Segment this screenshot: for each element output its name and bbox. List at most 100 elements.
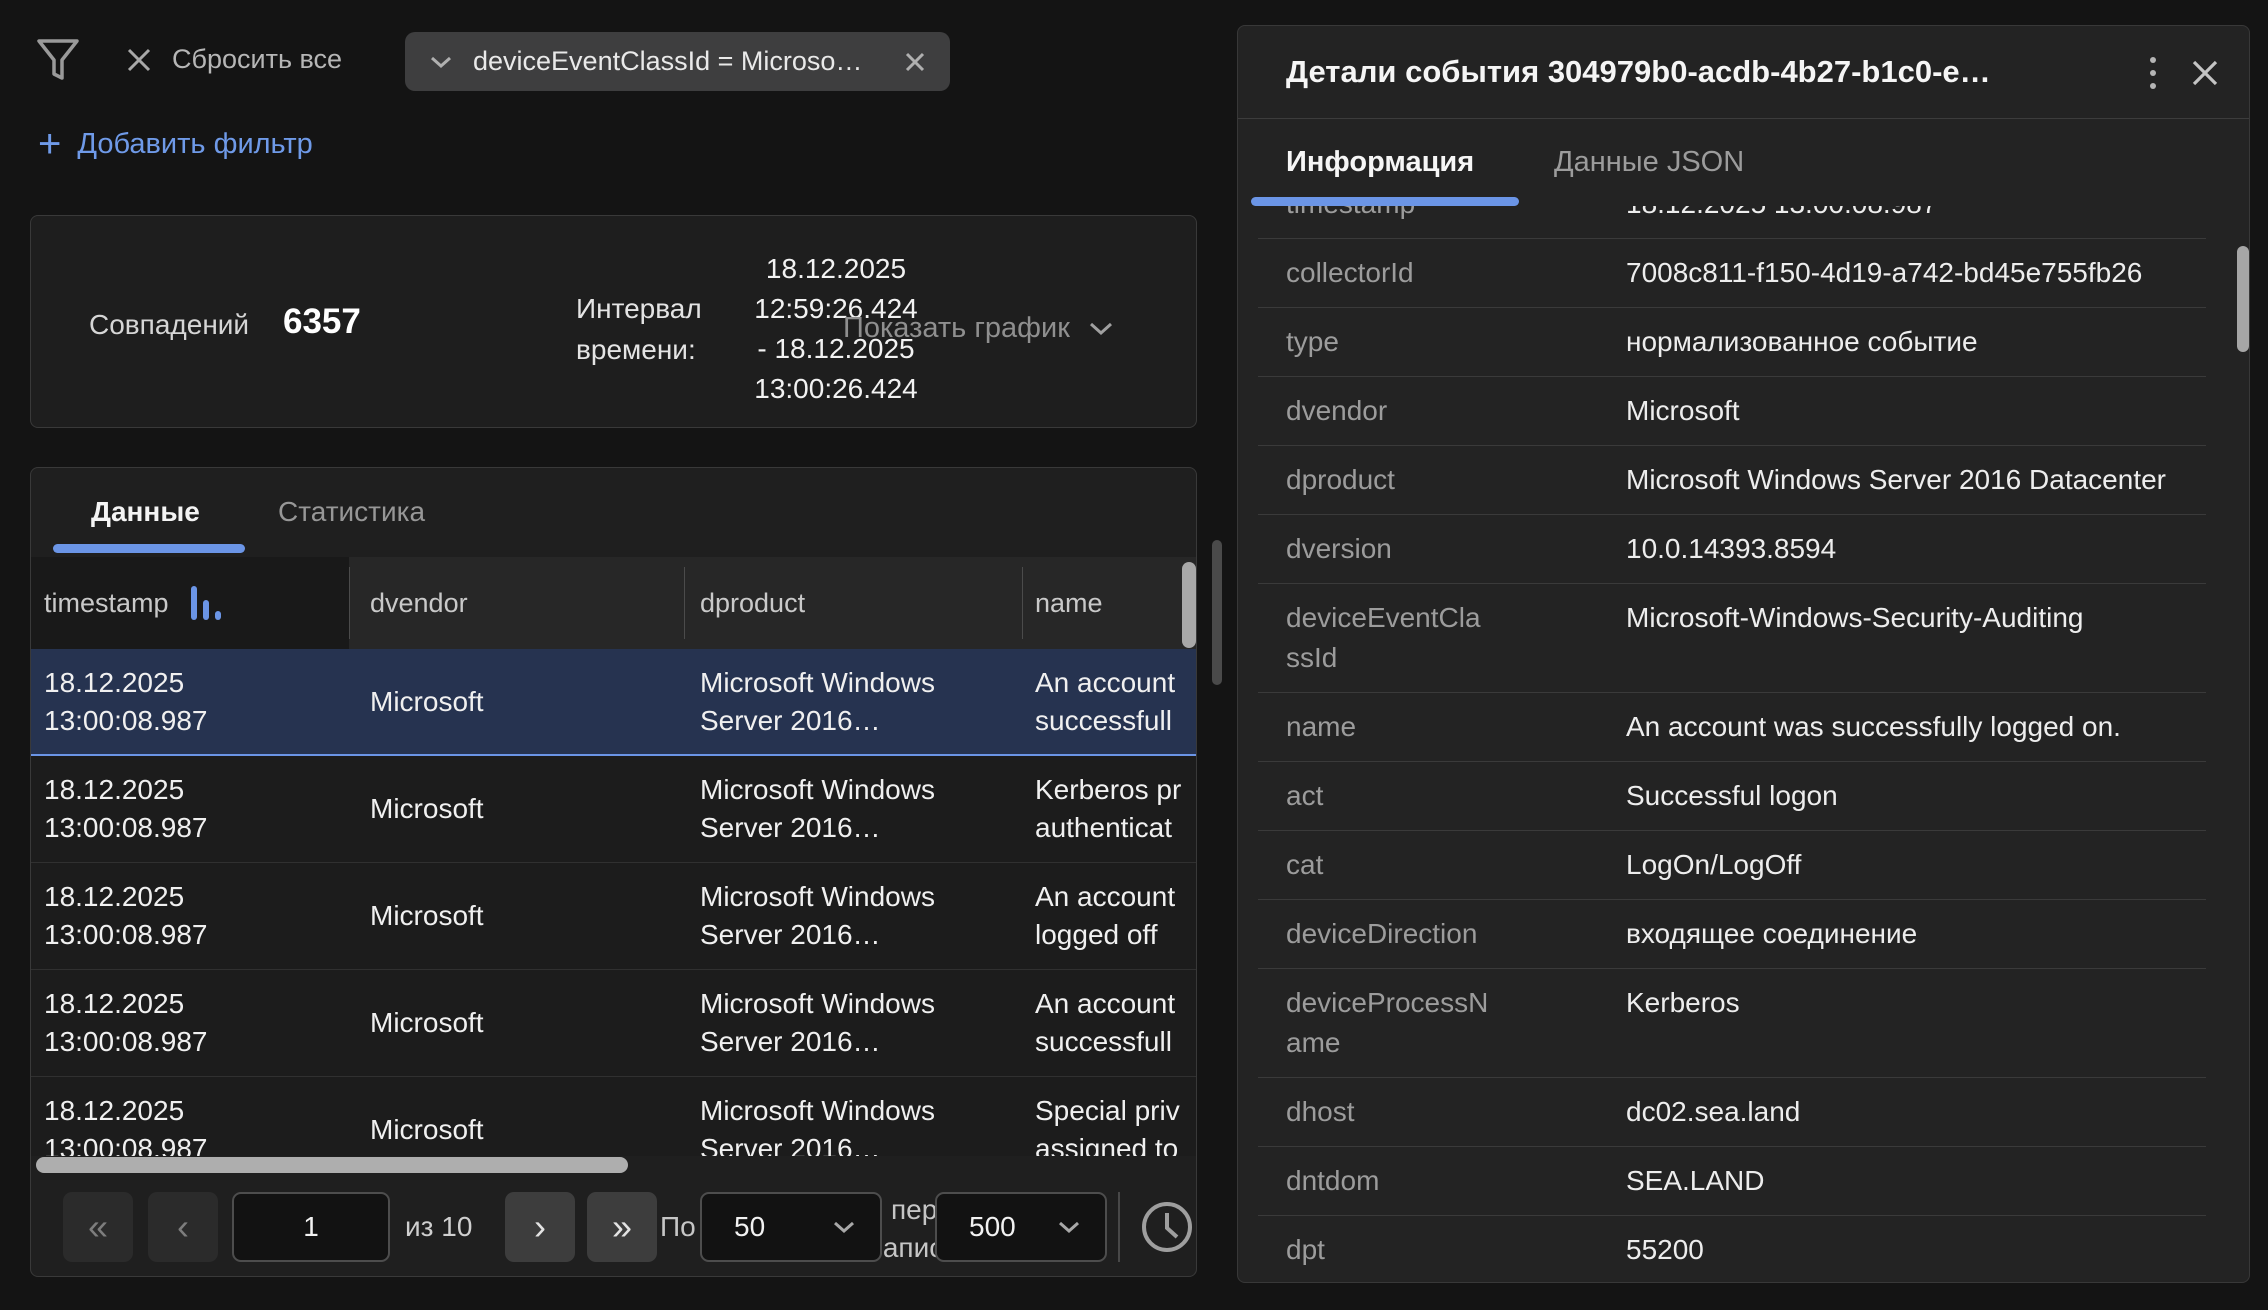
column-header-dvendor[interactable]: dvendor — [370, 557, 468, 649]
column-header-name[interactable]: name — [1035, 557, 1103, 649]
details-row: nameAn account was successfully logged o… — [1258, 693, 2206, 762]
results-panel: Данные Статистика timestamp dvendor dpro… — [30, 467, 1197, 1277]
previous-page-button[interactable]: ‹ — [148, 1192, 218, 1262]
next-page-button[interactable]: › — [505, 1192, 575, 1262]
chevron-down-icon — [832, 1220, 856, 1234]
details-key: deviceProcessName — [1286, 983, 1491, 1063]
records-limit-select[interactable]: 500 — [935, 1192, 1107, 1262]
details-value: 55200 — [1626, 1230, 2206, 1270]
details-close-icon[interactable] — [2186, 54, 2224, 92]
table-body: 18.12.2025 13:00:08.987MicrosoftMicrosof… — [31, 649, 1196, 1156]
cell-timestamp: 18.12.2025 13:00:08.987 — [44, 970, 344, 1076]
details-key: type — [1286, 322, 1491, 362]
details-row: dntdomSEA.LAND — [1258, 1147, 2206, 1216]
cell-timestamp: 18.12.2025 13:00:08.987 — [44, 863, 344, 969]
details-row: deviceProcessName Kerberos — [1258, 969, 2206, 1078]
details-title: Детали события 304979b0-acdb-4b27-b1c0-e… — [1286, 54, 2086, 90]
page-size-select[interactable]: 50 — [700, 1192, 882, 1262]
details-key: act — [1286, 776, 1491, 816]
details-value: An account was successfully logged on. — [1626, 707, 2206, 747]
column-separator — [1022, 567, 1023, 639]
first-page-button[interactable]: « — [63, 1192, 133, 1262]
last-page-button[interactable]: » — [587, 1192, 657, 1262]
matches-count: 6357 — [283, 302, 361, 342]
filter-chip-remove-icon[interactable] — [904, 51, 926, 73]
tab-statistics[interactable]: Статистика — [278, 496, 425, 528]
sort-icon — [191, 586, 221, 620]
details-row: dpt 55200 — [1258, 1216, 2206, 1283]
table-row[interactable]: 18.12.2025 13:00:08.987MicrosoftMicrosof… — [31, 756, 1196, 863]
cell-dvendor: Microsoft — [370, 863, 685, 969]
details-value: dc02.sea.land — [1626, 1092, 2206, 1132]
details-row: dhost dc02.sea.land — [1258, 1078, 2206, 1147]
tab-information[interactable]: Информация — [1286, 146, 1474, 179]
matches-summary-panel: Совпадений 6357 Интервал времени: 18.12.… — [30, 215, 1197, 428]
table-vertical-scrollbar-thumb[interactable] — [1182, 562, 1196, 648]
details-row: deviceDirectionвходящее соединение — [1258, 900, 2206, 969]
tab-data[interactable]: Данные — [91, 496, 200, 528]
filter-chip[interactable]: deviceEventClassId = Microso… — [405, 32, 950, 91]
active-tab-underline — [1251, 197, 1519, 206]
table-row[interactable]: 18.12.2025 13:00:08.987MicrosoftMicrosof… — [31, 863, 1196, 970]
details-scrollbar-thumb[interactable] — [2237, 246, 2249, 352]
event-details-panel: Детали события 304979b0-acdb-4b27-b1c0-e… — [1237, 25, 2250, 1283]
cell-dproduct: Microsoft Windows Server 2016… — [700, 863, 1022, 969]
column-separator — [684, 567, 685, 639]
kebab-menu-icon[interactable] — [2133, 50, 2173, 96]
page-number-input[interactable] — [232, 1192, 390, 1262]
table-horizontal-scrollbar-thumb[interactable] — [36, 1157, 628, 1173]
details-row: cat LogOn/LogOff — [1258, 831, 2206, 900]
column-header-timestamp[interactable]: timestamp — [44, 557, 221, 649]
show-chart-toggle[interactable]: Показать график — [843, 312, 1114, 345]
details-row: dproduct Microsoft Windows Server 2016 Da… — [1258, 446, 2206, 515]
cell-dvendor: Microsoft — [370, 649, 685, 754]
left-area-scrollbar-thumb[interactable] — [1212, 540, 1222, 685]
cell-timestamp: 18.12.2025 13:00:08.987 — [44, 649, 344, 754]
details-row: timestamp18.12.2025 13:00:08.987 — [1258, 206, 2206, 239]
details-key: dproduct — [1286, 460, 1491, 500]
cell-dproduct: Microsoft Windows Server 2016… — [700, 970, 1022, 1076]
cell-timestamp: 18.12.2025 13:00:08.987 — [44, 1077, 344, 1156]
details-value: 10.0.14393.8594 — [1626, 529, 2206, 569]
details-value: Microsoft — [1626, 391, 2206, 431]
details-value: LogOn/LogOff — [1626, 845, 2206, 885]
details-value: Kerberos — [1626, 983, 2206, 1063]
details-value: Successful logon — [1626, 776, 2206, 816]
chevron-down-icon — [429, 55, 453, 69]
details-key: deviceDirection — [1286, 914, 1491, 954]
cell-timestamp: 18.12.2025 13:00:08.987 — [44, 756, 344, 862]
cell-name: Special priv assigned to — [1035, 1077, 1196, 1156]
details-key: dvendor — [1286, 391, 1491, 431]
details-row: collectorId7008c811-f150-4d19-a742-bd45e… — [1258, 239, 2206, 308]
time-settings-button[interactable] — [1139, 1197, 1197, 1257]
details-row: typeнормализованное событие — [1258, 308, 2206, 377]
results-tabs: Данные Статистика — [31, 468, 1196, 557]
reset-all-filters-button[interactable]: Сбросить все — [126, 44, 342, 75]
filter-chip-label: deviceEventClassId = Microso… — [473, 46, 884, 77]
details-key: cat — [1286, 845, 1491, 885]
chevron-down-icon — [1057, 1220, 1081, 1234]
details-key: dpt — [1286, 1230, 1491, 1270]
details-row: deviceEventClassId Microsoft-Windows-Secu… — [1258, 584, 2206, 693]
details-row: dvendor Microsoft — [1258, 377, 2206, 446]
add-filter-button[interactable]: + Добавить фильтр — [38, 124, 313, 164]
details-key: dhost — [1286, 1092, 1491, 1132]
filter-funnel-icon[interactable] — [36, 38, 80, 84]
cell-dvendor: Microsoft — [370, 1077, 685, 1156]
details-key: collectorId — [1286, 253, 1491, 293]
table-row[interactable]: 18.12.2025 13:00:08.987MicrosoftMicrosof… — [31, 649, 1196, 756]
cell-name: Kerberos pr authenticat — [1035, 756, 1196, 862]
column-header-dproduct[interactable]: dproduct — [700, 557, 805, 649]
details-value: Microsoft-Windows-Security-Auditing — [1626, 598, 2206, 678]
table-row[interactable]: 18.12.2025 13:00:08.987MicrosoftMicrosof… — [31, 970, 1196, 1077]
table-row[interactable]: 18.12.2025 13:00:08.987MicrosoftMicrosof… — [31, 1077, 1196, 1156]
table-header: timestamp dvendor dproduct name — [31, 557, 1196, 649]
tab-json-data[interactable]: Данные JSON — [1554, 146, 1744, 179]
cell-dvendor: Microsoft — [370, 970, 685, 1076]
details-value: Microsoft Windows Server 2016 Datacenter — [1626, 460, 2206, 500]
divider — [1118, 1192, 1120, 1262]
page-size-prefix-label: По — [660, 1211, 696, 1243]
column-separator — [349, 567, 350, 639]
details-key: deviceEventClassId — [1286, 598, 1491, 678]
details-row: act Successful logon — [1258, 762, 2206, 831]
